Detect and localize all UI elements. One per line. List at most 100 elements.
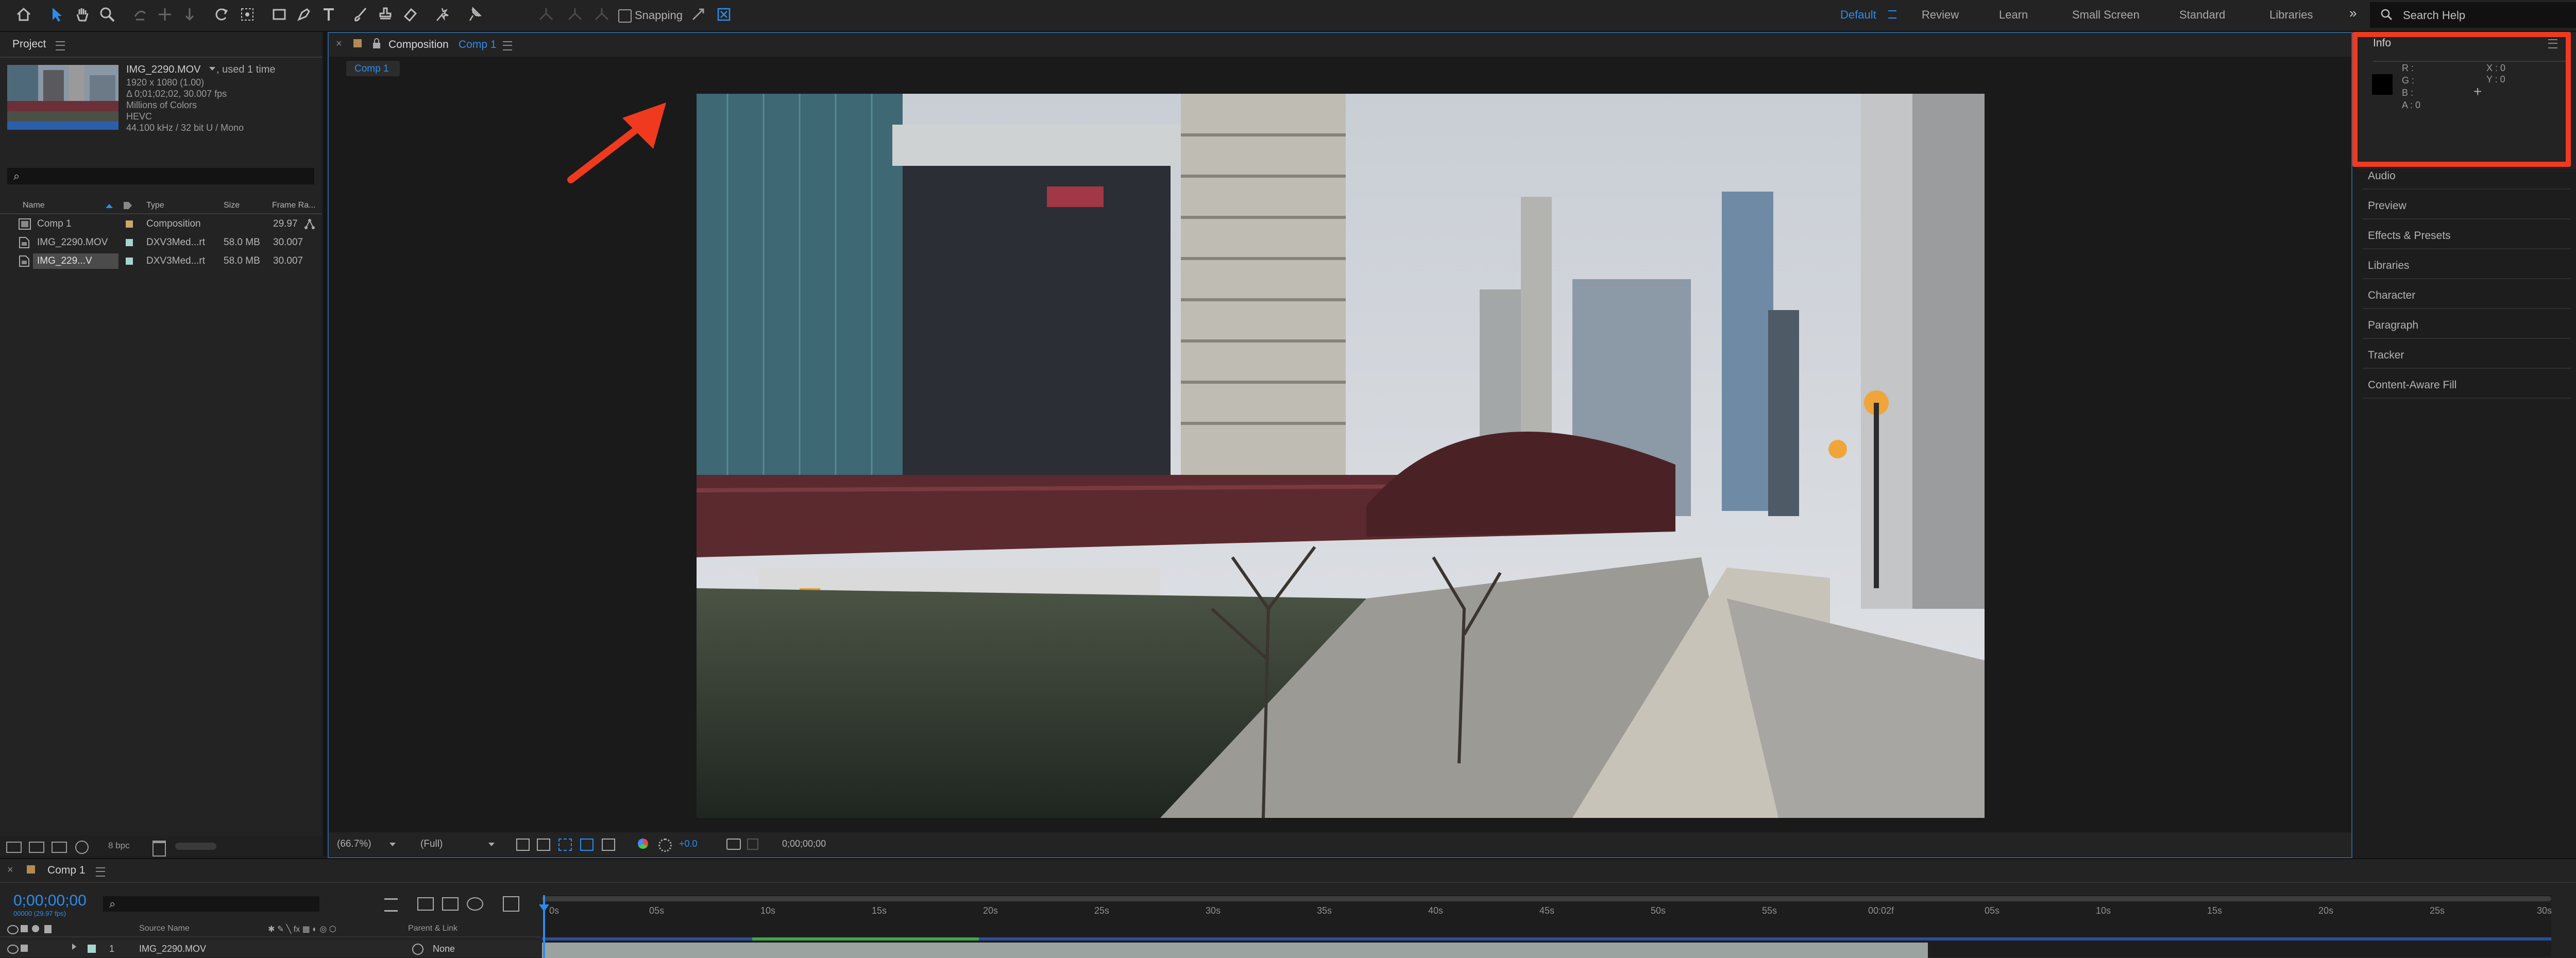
timeline-current-time[interactable]: 0;00;00;00 [13,892,87,910]
roto-brush-tool-icon[interactable] [432,4,452,25]
composition-viewer-image[interactable] [697,94,1985,818]
panel-character[interactable]: Character [2368,289,2415,302]
project-settings-icon[interactable] [75,841,89,854]
layer-duration-bar[interactable] [542,943,1928,958]
workspace-learn[interactable]: Learn [1999,8,2028,22]
pen-tool-icon[interactable] [294,4,314,25]
brush-tool-icon[interactable] [350,4,371,25]
workspace-libraries[interactable]: Libraries [2269,8,2313,22]
snapshot-camera-icon[interactable] [726,839,741,850]
close-tab-icon[interactable]: × [336,38,342,50]
region-of-interest-icon[interactable] [516,839,530,851]
comp-navigator-tab[interactable]: Comp 1 [346,61,400,76]
rotate-tool-icon[interactable] [211,4,232,25]
workspace-standard[interactable]: Standard [2179,8,2225,22]
layer-name[interactable]: IMG_2290.MOV [139,944,206,954]
layer-expand-icon[interactable] [72,944,76,950]
axis-mode-icon[interactable] [536,4,556,25]
parent-dropdown[interactable]: None [433,944,455,954]
pan-tool-icon[interactable] [155,4,175,25]
type-tool-icon[interactable] [318,4,339,25]
chevron-down-icon[interactable] [389,843,396,846]
audio-icon[interactable] [21,925,28,932]
workspace-default[interactable]: Default [1840,8,1876,22]
panel-libraries[interactable]: Libraries [2368,260,2410,272]
clone-stamp-tool-icon[interactable] [375,4,396,25]
world-axis-icon[interactable] [565,4,585,25]
selection-tool-icon[interactable] [46,4,67,25]
more-workspaces-icon[interactable]: » [2349,5,2357,21]
channel-icon[interactable] [638,839,648,849]
panel-preview[interactable]: Preview [2368,200,2406,212]
timeline-search-input[interactable]: ⌕ [103,896,319,912]
project-search-input[interactable]: ⌕ [7,168,314,184]
guides-icon[interactable] [580,839,594,851]
panel-effects-presets[interactable]: Effects & Presets [2368,230,2451,242]
layer-audio-icon[interactable] [21,945,28,952]
rectangle-tool-icon[interactable] [269,4,290,25]
snap-edges-icon[interactable] [688,4,708,25]
viewer-timecode[interactable]: 0;00;00;00 [782,839,826,849]
zoom-tool-icon[interactable] [97,4,117,25]
column-header-name[interactable]: Name [23,201,45,210]
thumbnail-size-slider[interactable] [175,843,216,850]
solo-icon[interactable] [32,925,39,932]
bit-depth-button[interactable]: 8 bpc [108,841,130,851]
snap-features-icon[interactable] [714,4,734,25]
project-row[interactable]: Comp 1 Composition 29.97 [0,215,322,233]
frame-blending-icon[interactable] [467,897,483,911]
comp-tab-name[interactable]: Comp 1 [459,39,497,51]
hand-tool-icon[interactable] [72,4,93,25]
label-color-swatch[interactable] [126,239,133,246]
layer-label-swatch[interactable] [88,945,96,953]
home-icon[interactable] [13,4,34,25]
column-header-type[interactable]: Type [146,201,164,210]
comp-panel-menu-icon[interactable] [503,41,512,50]
workspace-review[interactable]: Review [1922,8,1959,22]
resolution-dropdown[interactable]: (Full) [420,839,443,850]
new-composition-icon[interactable] [52,842,67,853]
layer-visibility-icon[interactable] [7,945,19,954]
lock-column-icon[interactable] [44,925,52,933]
eraser-tool-icon[interactable] [400,4,420,25]
lock-icon[interactable] [372,38,381,49]
label-color-swatch[interactable] [126,258,133,265]
exposure-reset-icon[interactable] [658,839,672,852]
label-column-icon[interactable] [124,202,132,209]
panel-audio[interactable]: Audio [2368,170,2396,182]
pick-whip-icon[interactable] [412,944,423,955]
close-timeline-icon[interactable]: × [7,864,13,876]
view-axis-icon[interactable] [591,4,612,25]
source-name-header[interactable]: Source Name [139,924,190,933]
draft-3d-icon[interactable] [417,897,434,911]
column-header-frame-rate[interactable]: Frame Ra... [272,201,315,210]
label-color-swatch[interactable] [126,220,133,228]
mask-visibility-icon[interactable] [558,839,572,851]
item-dropdown-icon[interactable] [209,67,215,71]
timeline-tab[interactable]: Comp 1 [47,864,86,877]
shy-layers-icon[interactable] [442,897,459,911]
workspace-menu-icon[interactable] [1888,10,1896,19]
flowchart-icon[interactable] [304,218,315,230]
panel-tracker[interactable]: Tracker [2368,349,2404,362]
sort-ascending-icon[interactable] [106,204,113,208]
timeline-menu-icon[interactable] [96,867,105,877]
transparency-grid-icon[interactable] [537,839,550,851]
panel-paragraph[interactable]: Paragraph [2368,319,2418,332]
trash-icon[interactable] [152,841,166,857]
column-header-size[interactable]: Size [224,201,240,210]
comp-flowchart-icon[interactable] [384,898,398,912]
project-row[interactable]: IMG_229...V DXV3Med...rt 58.0 MB 30.007 [0,252,322,270]
graph-editor-icon[interactable] [503,896,519,912]
search-help-box[interactable]: Search Help [2370,2,2576,28]
exposure-value[interactable]: +0.0 [679,839,698,849]
dolly-tool-icon[interactable] [179,4,200,25]
time-ruler[interactable]: 0s 05s 10s 15s 20s 25s 30s 35s 40s 45s 5… [542,903,2552,919]
puppet-pin-tool-icon[interactable] [464,4,484,25]
magnification-dropdown[interactable]: (66.7%) [337,839,371,850]
timeline-layer-row[interactable]: 1 IMG_2290.MOV None [0,940,541,957]
parent-link-header[interactable]: Parent & Link [408,924,457,933]
anchor-point-tool-icon[interactable] [237,4,258,25]
snapping-checkbox[interactable] [618,9,632,23]
project-row[interactable]: IMG_2290.MOV DXV3Med...rt 58.0 MB 30.007 [0,234,322,251]
